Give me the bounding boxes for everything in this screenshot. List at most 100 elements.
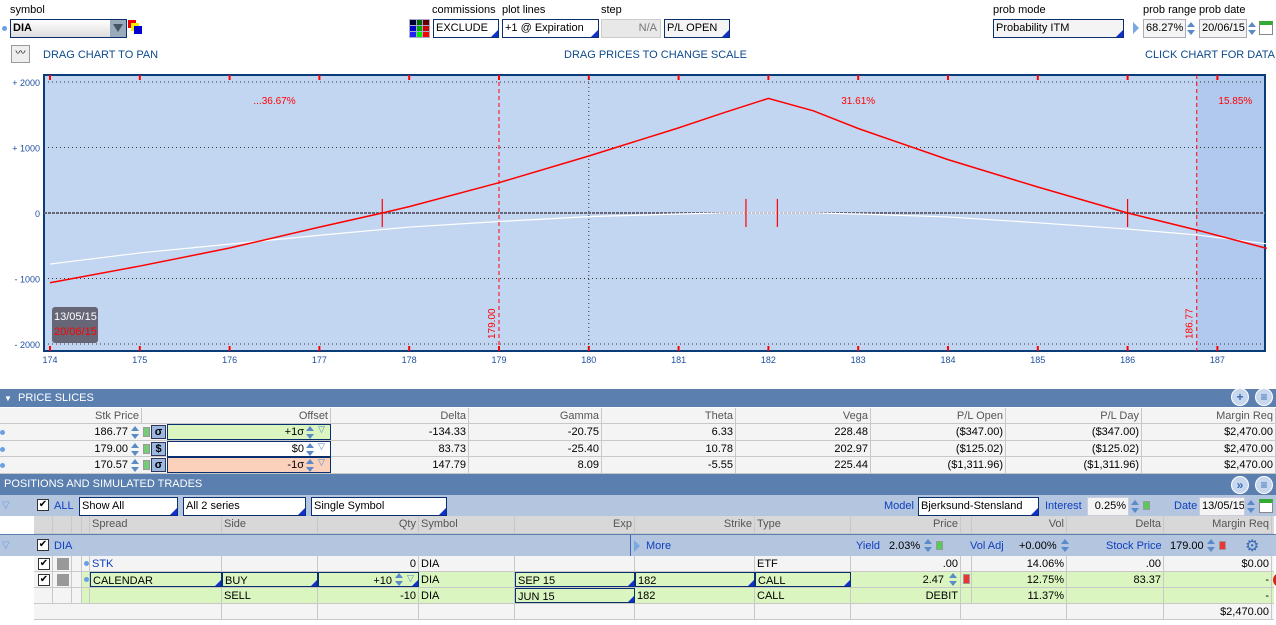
price-spinner[interactable] xyxy=(948,570,958,589)
col-qty: Qty xyxy=(318,516,419,533)
symbol-mode-select[interactable]: Single Symbol xyxy=(311,497,447,516)
slice-dot-icon[interactable] xyxy=(0,446,5,452)
slice-type-icon[interactable]: σ xyxy=(151,425,166,439)
yield-value[interactable]: 2.03% xyxy=(889,540,920,552)
prob-range-input[interactable]: 68.27% xyxy=(1143,19,1186,38)
slice-gamma: -25.40 xyxy=(469,440,602,456)
row-checkbox[interactable]: ✔ xyxy=(38,574,50,586)
position-exp[interactable]: SEP 15 xyxy=(515,572,635,587)
row-checkbox[interactable]: ✔ xyxy=(38,558,50,570)
y-tick-label: + 1000 xyxy=(12,144,40,154)
prob-mode-select[interactable]: Probability ITM xyxy=(993,19,1124,38)
risk-profile-chart[interactable]: + 2000 + 1000 0 - 1000 - 2000174 175 176 177 178… xyxy=(0,70,1276,370)
slices-menu-button[interactable]: ≡ xyxy=(1255,388,1273,406)
color-link-icon[interactable] xyxy=(128,20,142,34)
slice-stk-price[interactable]: 186.77 xyxy=(6,424,130,440)
position-type: CALL xyxy=(755,588,851,603)
vol-adj-value[interactable]: +0.00% xyxy=(1019,540,1057,552)
all-checkbox[interactable]: ✔ xyxy=(37,499,49,511)
position-strike[interactable]: 182 xyxy=(635,572,755,587)
stk-price-spinner[interactable] xyxy=(130,456,140,472)
positions-header[interactable]: POSITIONS AND SIMULATED TRADES xyxy=(0,474,1276,495)
positions-title: POSITIONS AND SIMULATED TRADES xyxy=(4,478,203,490)
plot-lines-label: plot lines xyxy=(502,4,546,16)
analyze-icon[interactable] xyxy=(57,558,69,570)
step-input[interactable]: N/A xyxy=(601,19,661,38)
position-type[interactable]: CALL xyxy=(755,572,851,587)
series-filter-select[interactable]: All 2 series xyxy=(183,497,306,516)
slice-delta: 147.79 xyxy=(331,457,469,473)
probability-label: 15.85% xyxy=(1218,96,1252,107)
position-exp[interactable]: JUN 15 xyxy=(515,588,635,603)
position-spread[interactable]: CALENDAR xyxy=(90,572,222,587)
slice-type-icon[interactable]: $ xyxy=(151,441,166,456)
offset-dropdown-icon[interactable]: ▽ xyxy=(318,441,325,452)
offset-dropdown-icon[interactable]: ▽ xyxy=(318,457,325,468)
positions-menu-button[interactable]: ≡ xyxy=(1255,476,1273,494)
slice-dot-icon[interactable] xyxy=(0,463,5,468)
prob-date-spinner[interactable] xyxy=(1247,19,1257,38)
calendar-icon[interactable] xyxy=(1259,21,1273,35)
expand-arrow-icon[interactable] xyxy=(1133,22,1139,34)
analyze-icon[interactable] xyxy=(57,574,69,586)
collapse-group-icon[interactable]: ▽ xyxy=(2,540,10,551)
lock-icon[interactable] xyxy=(143,443,150,454)
stock-price-value[interactable]: 179.00 xyxy=(1170,540,1204,552)
stk-price-spinner[interactable] xyxy=(130,440,140,456)
add-slice-button[interactable]: + xyxy=(1231,388,1249,406)
lock-icon[interactable] xyxy=(963,574,970,584)
position-price: 2.47 xyxy=(851,572,961,587)
date-spinner[interactable] xyxy=(1246,497,1256,516)
slice-dot-icon[interactable] xyxy=(0,430,5,435)
model-select[interactable]: Bjerksund-Stensland xyxy=(918,497,1039,516)
group-checkbox[interactable]: ✔ xyxy=(37,539,49,551)
commissions-select[interactable]: EXCLUDE xyxy=(433,19,499,38)
collapse-positions-button[interactable]: » xyxy=(1231,476,1249,494)
slice-stk-price[interactable]: 179.00 xyxy=(6,441,130,457)
offset-spinner[interactable] xyxy=(305,456,315,472)
qty-spinner[interactable] xyxy=(394,570,404,589)
position-spread: STK xyxy=(90,556,222,571)
settings-gear-icon[interactable]: ⚙ xyxy=(1245,536,1259,556)
total-row: $2,470.00 xyxy=(34,604,1274,620)
offset-spinner[interactable] xyxy=(305,440,315,456)
calendar-icon[interactable] xyxy=(1259,499,1273,513)
plot-lines-select[interactable]: +1 @ Expiration xyxy=(502,19,599,38)
color-grid-icon[interactable] xyxy=(409,19,430,38)
position-row: ✔ STK 0 DIA ETF .00 14.06% .00 $0.00 xyxy=(34,556,1274,572)
qty-dropdown-icon[interactable]: ▽ xyxy=(407,573,414,584)
interest-spinner[interactable] xyxy=(1130,497,1140,516)
slice-type-icon[interactable]: σ xyxy=(151,458,166,472)
stock-price-spinner[interactable] xyxy=(1206,536,1216,555)
offset-spinner[interactable] xyxy=(305,423,315,439)
price-slices-header[interactable]: ▼ PRICE SLICES xyxy=(0,389,1276,407)
more-arrow-icon[interactable] xyxy=(634,540,640,552)
interest-input[interactable]: 0.25% xyxy=(1087,497,1129,516)
prob-date-input[interactable]: 20/06/15 xyxy=(1199,19,1247,38)
more-link[interactable]: More xyxy=(646,540,671,552)
stk-price-spinner[interactable] xyxy=(130,423,140,439)
slice-stk-price[interactable]: 170.57 xyxy=(6,457,130,473)
probability-label: 31.61% xyxy=(841,96,875,107)
position-price: DEBIT xyxy=(851,588,961,603)
collapse-all-icon[interactable]: ▽ xyxy=(2,500,10,511)
yield-spinner[interactable] xyxy=(923,536,933,555)
lock-icon[interactable] xyxy=(936,541,943,550)
date-input[interactable]: 13/05/15 xyxy=(1199,497,1245,516)
offset-dropdown-icon[interactable]: ▽ xyxy=(318,424,325,435)
lock-icon[interactable] xyxy=(143,427,150,437)
lock-icon[interactable] xyxy=(143,460,150,470)
row-dot-icon[interactable] xyxy=(84,577,89,582)
chart-view-icon[interactable]: 〰 xyxy=(11,45,30,63)
lock-icon[interactable] xyxy=(1143,501,1150,510)
prob-range-spinner[interactable] xyxy=(1186,19,1196,38)
symbol-dropdown-icon[interactable] xyxy=(110,20,126,37)
row-dot-icon[interactable] xyxy=(84,561,89,566)
slice-pl-day: ($347.00) xyxy=(1006,424,1142,440)
position-side[interactable]: BUY xyxy=(222,572,318,587)
pl-mode-select[interactable]: P/L OPEN xyxy=(664,19,730,38)
lock-icon[interactable] xyxy=(1219,541,1226,550)
vol-adj-spinner[interactable] xyxy=(1060,536,1070,555)
slice-vega: 228.48 xyxy=(736,424,871,440)
show-filter-select[interactable]: Show All xyxy=(79,497,178,516)
